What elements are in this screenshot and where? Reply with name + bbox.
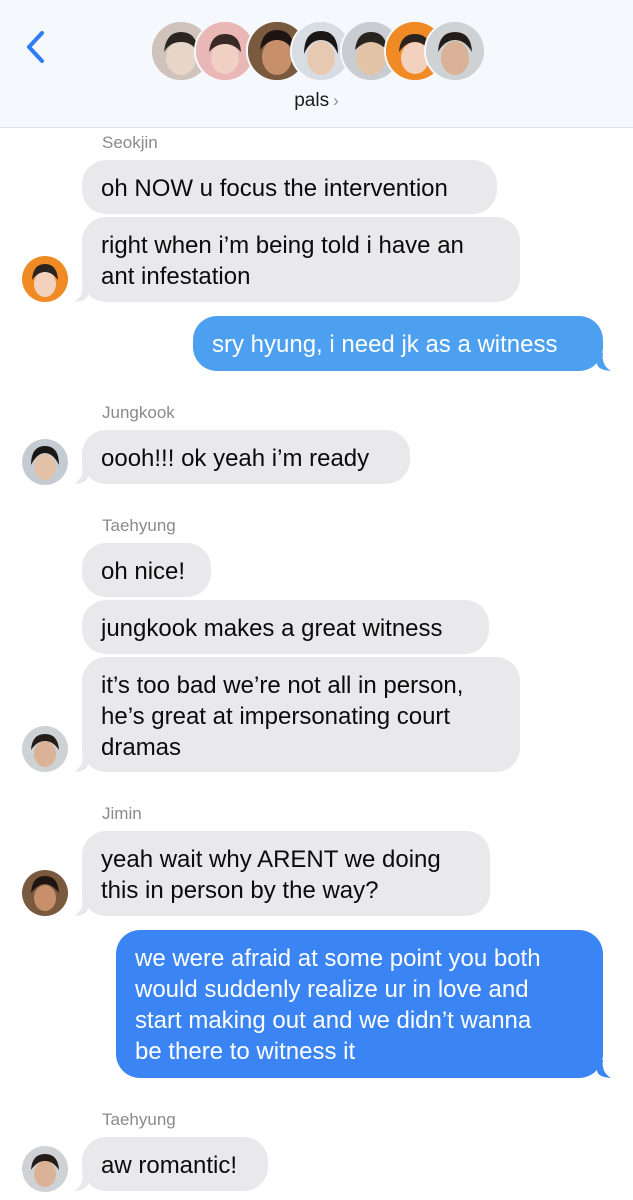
- message-bubble-outgoing[interactable]: we were afraid at some point you both wo…: [116, 930, 603, 1078]
- chevron-right-icon: ›: [333, 91, 339, 110]
- message-bubble-incoming[interactable]: it’s too bad we’re not all in person, he…: [82, 657, 520, 772]
- jungkook-avatar[interactable]: [22, 439, 68, 485]
- taehyung-avatar[interactable]: [22, 1146, 68, 1192]
- seokjin-avatar[interactable]: [22, 256, 68, 302]
- bubble-tail-icon: [597, 353, 611, 371]
- sender-name: Taehyung: [102, 1110, 176, 1129]
- taehyung-avatar[interactable]: [22, 726, 68, 772]
- bubble-tail-icon: [74, 1173, 88, 1191]
- message-bubble-incoming[interactable]: oooh!!! ok yeah i’m ready: [82, 430, 410, 484]
- member-avatar[interactable]: [424, 20, 486, 82]
- message-bubble-incoming[interactable]: jungkook makes a great witness: [82, 600, 489, 654]
- message-bubble-outgoing[interactable]: sry hyung, i need jk as a witness: [193, 316, 603, 371]
- sender-name: Jimin: [102, 804, 142, 823]
- message-bubble-incoming[interactable]: yeah wait why ARENT we doing this in per…: [82, 831, 490, 916]
- group-name-label: pals: [294, 90, 330, 111]
- conversation-header: pals ›: [0, 0, 633, 128]
- message-bubble-incoming[interactable]: right when i’m being told i have an ant …: [82, 217, 520, 302]
- sender-name: Seokjin: [102, 133, 158, 152]
- group-name-button[interactable]: pals ›: [0, 90, 633, 112]
- bubble-tail-icon: [74, 754, 88, 772]
- sender-name: Jungkook: [102, 403, 175, 422]
- jimin-avatar[interactable]: [22, 870, 68, 916]
- message-bubble-incoming[interactable]: oh nice!: [82, 543, 211, 597]
- chevron-left-icon[interactable]: [24, 30, 48, 64]
- bubble-tail-icon: [74, 466, 88, 484]
- message-bubble-incoming[interactable]: aw romantic!: [82, 1137, 268, 1191]
- group-avatars[interactable]: [150, 20, 490, 84]
- bubble-tail-icon: [74, 284, 88, 302]
- bubble-tail-icon: [74, 898, 88, 916]
- message-bubble-incoming[interactable]: oh NOW u focus the intervention: [82, 160, 497, 214]
- sender-name: Taehyung: [102, 516, 176, 535]
- bubble-tail-icon: [597, 1060, 611, 1078]
